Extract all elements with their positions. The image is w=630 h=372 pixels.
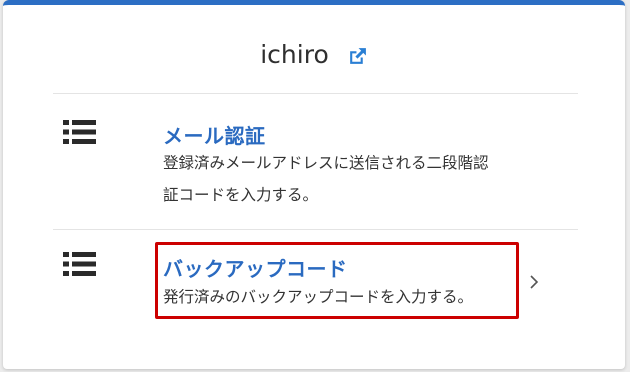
chevron-right-icon[interactable] xyxy=(529,275,539,289)
option-email-desc-line2: 証コードを入力する。 xyxy=(163,186,319,204)
auth-method-card: ichiro メール認証 登録済みメールアドレスに送信される二段階認 証コードを… xyxy=(3,0,625,369)
account-username: ichiro xyxy=(260,39,329,69)
list-icon xyxy=(63,252,96,276)
option-email-desc-line1: 登録済みメールアドレスに送信される二段階認 xyxy=(163,154,489,172)
header-divider xyxy=(53,93,578,94)
external-edit-icon[interactable] xyxy=(347,46,368,67)
option-email-title[interactable]: メール認証 xyxy=(163,120,266,149)
option-divider xyxy=(53,229,578,230)
option-backup-title[interactable]: バックアップコード xyxy=(163,253,348,282)
account-header: ichiro xyxy=(3,32,625,76)
list-icon xyxy=(63,120,96,144)
option-backup-desc: 発行済みのバックアップコードを入力する。 xyxy=(163,288,474,306)
